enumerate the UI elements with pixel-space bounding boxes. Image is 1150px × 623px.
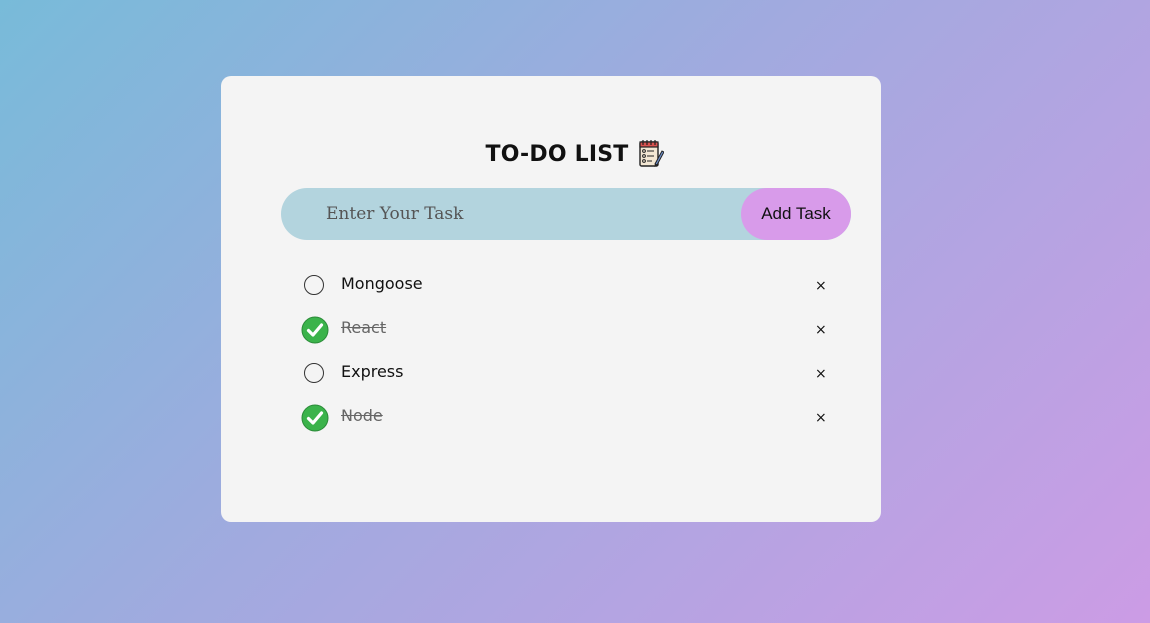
task-item-mongoose: Mongoose × bbox=[300, 270, 840, 300]
notepad-checklist-icon bbox=[638, 139, 666, 169]
task-item-react: React × bbox=[300, 314, 840, 344]
empty-circle-icon[interactable] bbox=[302, 273, 326, 297]
task-label[interactable]: Mongoose bbox=[341, 274, 423, 293]
task-label[interactable]: React bbox=[341, 318, 386, 337]
delete-task-button[interactable]: × bbox=[815, 367, 827, 381]
task-label[interactable]: Express bbox=[341, 362, 403, 381]
task-item-express: Express × bbox=[300, 358, 840, 388]
delete-task-button[interactable]: × bbox=[815, 411, 827, 425]
add-task-button[interactable]: Add Task bbox=[741, 188, 851, 240]
delete-task-button[interactable]: × bbox=[815, 323, 827, 337]
delete-task-button[interactable]: × bbox=[815, 279, 827, 293]
task-input-bar: Add Task bbox=[281, 188, 851, 240]
green-check-icon[interactable] bbox=[301, 316, 329, 344]
green-check-icon[interactable] bbox=[301, 404, 329, 432]
empty-circle-icon[interactable] bbox=[302, 361, 326, 385]
task-label[interactable]: Node bbox=[341, 406, 383, 425]
task-item-node: Node × bbox=[300, 402, 840, 432]
title-row: TO-DO LIST bbox=[0, 136, 1150, 172]
task-input[interactable] bbox=[281, 188, 741, 240]
page-title: TO-DO LIST bbox=[485, 141, 629, 167]
